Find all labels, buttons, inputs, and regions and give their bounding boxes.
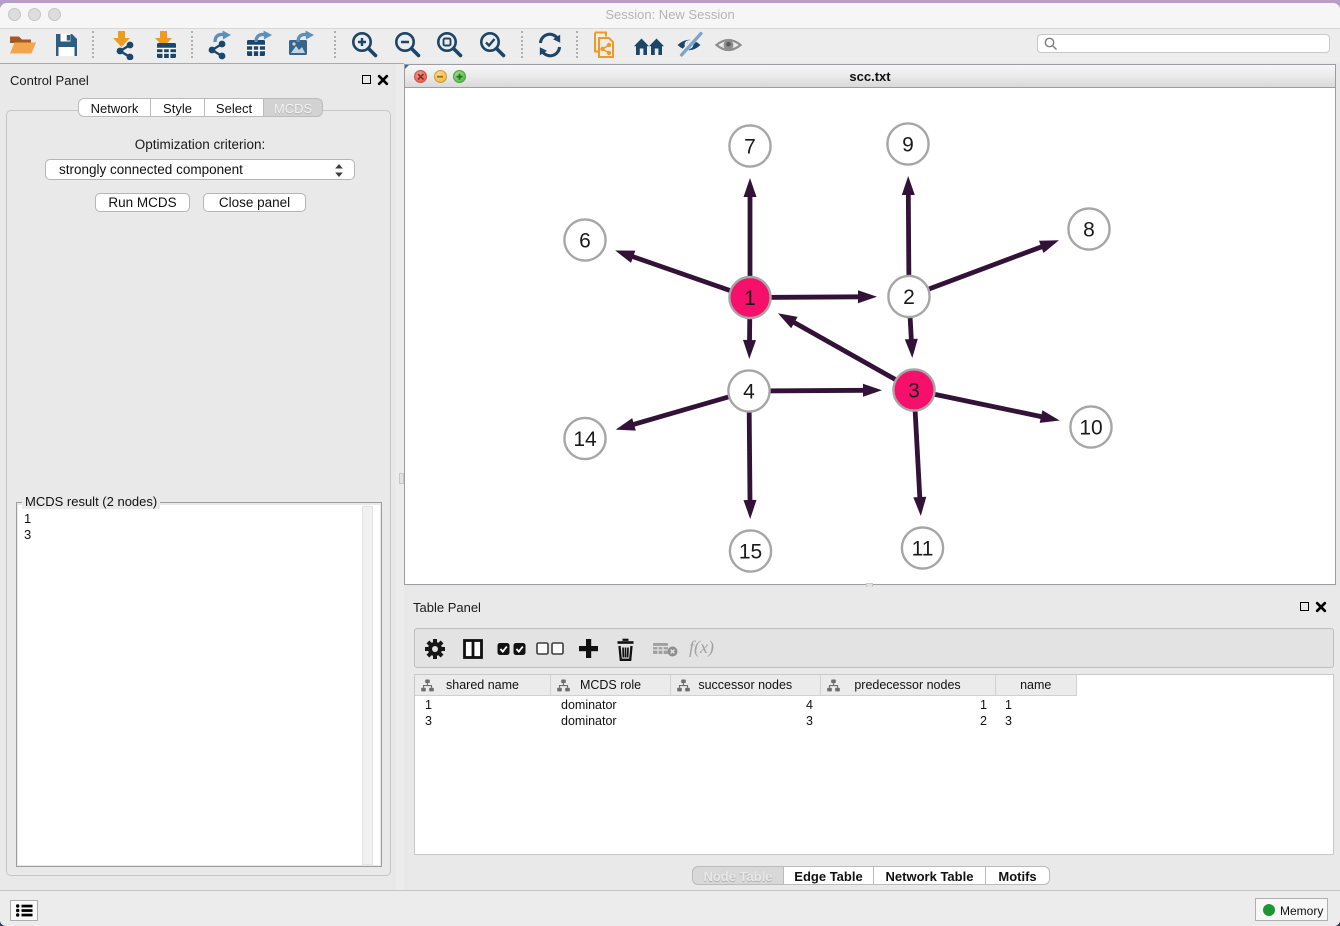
svg-text:4: 4 — [743, 381, 755, 404]
svg-text:1: 1 — [744, 287, 756, 310]
svg-text:11: 11 — [912, 538, 934, 561]
svg-text:10: 10 — [1079, 417, 1102, 440]
svg-text:6: 6 — [579, 230, 591, 253]
svg-text:3: 3 — [908, 380, 920, 403]
svg-text:7: 7 — [744, 136, 756, 159]
svg-text:9: 9 — [902, 134, 914, 157]
svg-text:14: 14 — [573, 428, 597, 451]
svg-text:2: 2 — [903, 286, 915, 309]
svg-text:15: 15 — [739, 541, 762, 564]
svg-text:8: 8 — [1083, 219, 1095, 242]
